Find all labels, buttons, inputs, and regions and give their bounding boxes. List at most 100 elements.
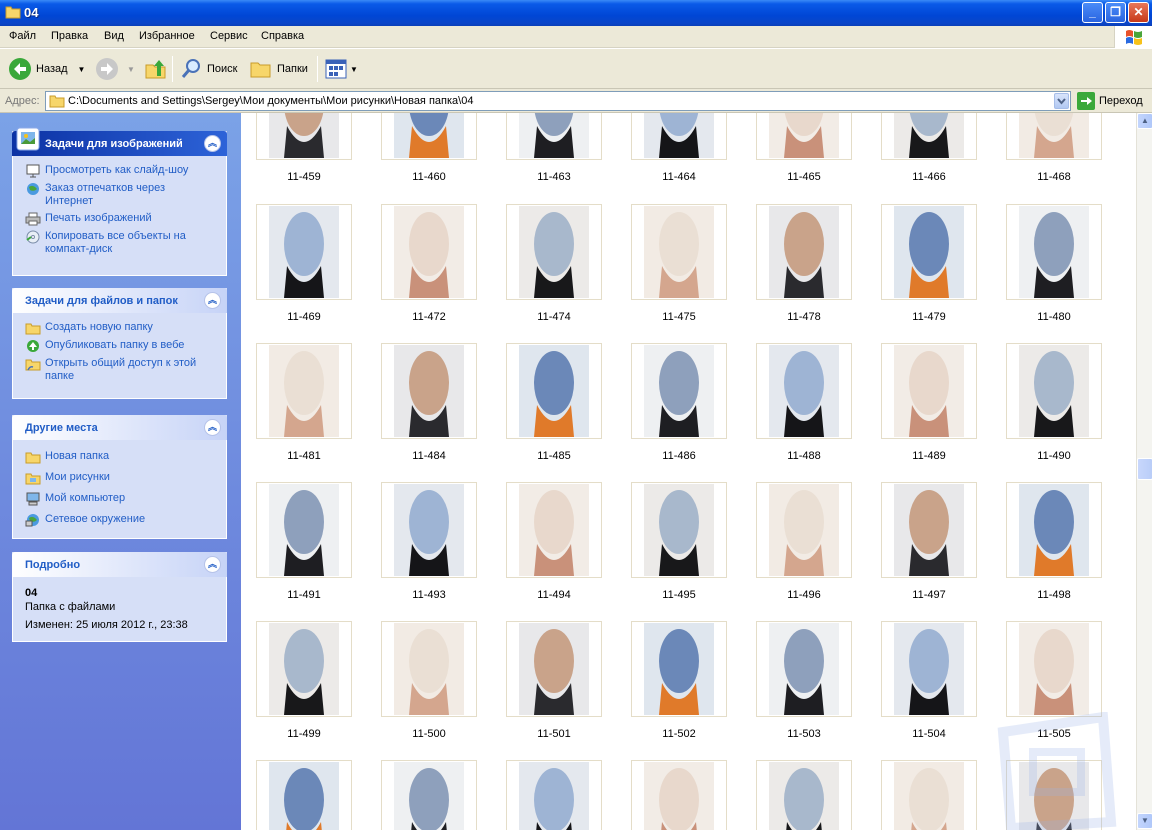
thumbnail-image[interactable] (381, 621, 477, 717)
thumbnail-image[interactable] (506, 204, 602, 300)
copy-to-cd-link[interactable]: Копировать все объекты на компакт-диск (25, 230, 216, 256)
thumbnail-label[interactable]: 11-497 (881, 589, 977, 601)
menu-favorites[interactable]: Избранное (139, 30, 195, 42)
collapse-icon[interactable]: ︽ (204, 556, 221, 573)
vertical-scrollbar[interactable]: ▲ ▼ (1136, 113, 1152, 830)
close-button[interactable]: ✕ (1128, 2, 1149, 23)
thumbnail-image[interactable] (631, 204, 727, 300)
thumbnail-image[interactable] (256, 343, 352, 439)
order-prints-link[interactable]: Заказ отпечатков через Интернет (25, 182, 216, 208)
thumbnail-label[interactable]: 11-472 (381, 311, 477, 323)
thumbnail-image[interactable] (381, 343, 477, 439)
print-images-link[interactable]: Печать изображений (25, 212, 216, 226)
share-folder-link[interactable]: Открыть общий доступ к этой папке (25, 357, 216, 383)
forward-button[interactable]: ▼ (95, 55, 135, 83)
thumbnail-image[interactable] (1006, 621, 1102, 717)
thumbnail-label[interactable]: 11-502 (631, 728, 727, 740)
thumbnail-image[interactable] (506, 343, 602, 439)
thumbnail-label[interactable]: 11-490 (1006, 450, 1102, 462)
thumbnail-image[interactable] (756, 482, 852, 578)
thumbnail-label[interactable]: 11-475 (631, 311, 727, 323)
thumbnail-image[interactable] (381, 113, 477, 160)
thumbnail-image[interactable] (756, 621, 852, 717)
chevron-down-icon[interactable]: ▼ (78, 65, 86, 74)
thumbnail-label[interactable]: 11-493 (381, 589, 477, 601)
back-button[interactable]: Назад ▼ (8, 55, 85, 83)
place-my-pictures[interactable]: Мои рисунки (25, 471, 216, 485)
place-new-folder[interactable]: Новая папка (25, 450, 216, 464)
thumbnail-label[interactable]: 11-465 (756, 171, 852, 183)
thumbnail-image[interactable] (256, 113, 352, 160)
thumbnail-label[interactable]: 11-499 (256, 728, 352, 740)
thumbnail-label[interactable]: 11-484 (381, 450, 477, 462)
thumbnail-image[interactable] (506, 482, 602, 578)
details-header[interactable]: Подробно ︽ (12, 552, 227, 577)
thumbnail-image[interactable] (256, 760, 352, 830)
thumbnail-label[interactable]: 11-468 (1006, 171, 1102, 183)
thumbnail-image[interactable] (881, 343, 977, 439)
collapse-icon[interactable]: ︽ (204, 419, 221, 436)
views-button[interactable]: ▼ (324, 55, 358, 83)
thumbnail-image[interactable] (1006, 482, 1102, 578)
image-tasks-header[interactable]: Задачи для изображений ︽ (12, 127, 227, 156)
thumbnail-label[interactable]: 11-494 (506, 589, 602, 601)
menu-help[interactable]: Справка (261, 30, 304, 42)
thumbnail-image[interactable] (506, 621, 602, 717)
thumbnail-label[interactable]: 11-459 (256, 171, 352, 183)
chevron-down-icon[interactable]: ▼ (127, 65, 135, 74)
thumbnail-label[interactable]: 11-503 (756, 728, 852, 740)
thumbnail-label[interactable]: 11-479 (881, 311, 977, 323)
thumbnail-image[interactable] (881, 482, 977, 578)
up-folder-button[interactable] (144, 55, 168, 83)
folders-button[interactable]: Папки (249, 55, 308, 83)
thumbnail-image[interactable] (756, 760, 852, 830)
thumbnail-label[interactable]: 11-463 (506, 171, 602, 183)
menu-file[interactable]: Файл (9, 30, 36, 42)
thumbnail-image[interactable] (506, 760, 602, 830)
file-tasks-header[interactable]: Задачи для файлов и папок ︽ (12, 288, 227, 313)
menu-tools[interactable]: Сервис (210, 30, 248, 42)
thumbnail-label[interactable]: 11-469 (256, 311, 352, 323)
thumbnail-label[interactable]: 11-501 (506, 728, 602, 740)
menu-view[interactable]: Вид (104, 30, 124, 42)
collapse-icon[interactable]: ︽ (204, 292, 221, 309)
slideshow-link[interactable]: Просмотреть как слайд-шоу (25, 164, 216, 178)
thumbnail-image[interactable] (1006, 343, 1102, 439)
thumbnail-label[interactable]: 11-460 (381, 171, 477, 183)
thumbnail-image[interactable] (631, 343, 727, 439)
thumbnail-image[interactable] (1006, 113, 1102, 160)
thumbnail-image[interactable] (756, 204, 852, 300)
thumbnail-image[interactable] (381, 482, 477, 578)
thumbnail-image[interactable] (381, 204, 477, 300)
thumbnail-label[interactable]: 11-489 (881, 450, 977, 462)
thumbnail-image[interactable] (881, 621, 977, 717)
thumbnail-label[interactable]: 11-464 (631, 171, 727, 183)
chevron-down-icon[interactable]: ▼ (350, 65, 358, 74)
thumbnail-image[interactable] (631, 760, 727, 830)
other-places-header[interactable]: Другие места ︽ (12, 415, 227, 440)
thumbnail-image[interactable] (631, 113, 727, 160)
thumbnail-label[interactable]: 11-474 (506, 311, 602, 323)
place-my-computer[interactable]: Мой компьютер (25, 492, 216, 506)
thumbnail-image[interactable] (381, 760, 477, 830)
thumbnail-label[interactable]: 11-496 (756, 589, 852, 601)
thumbnail-image[interactable] (756, 343, 852, 439)
search-button[interactable]: Поиск (179, 55, 237, 83)
thumbnail-label[interactable]: 11-488 (756, 450, 852, 462)
place-network[interactable]: Сетевое окружение (25, 513, 216, 527)
go-button[interactable]: Переход (1076, 92, 1143, 110)
thumbnail-label[interactable]: 11-478 (756, 311, 852, 323)
thumbnail-label[interactable]: 11-495 (631, 589, 727, 601)
scroll-up-button[interactable]: ▲ (1137, 113, 1152, 129)
thumbnail-label[interactable]: 11-504 (881, 728, 977, 740)
thumbnail-label[interactable]: 11-500 (381, 728, 477, 740)
scroll-down-button[interactable]: ▼ (1137, 813, 1152, 829)
thumbnail-image[interactable] (881, 113, 977, 160)
thumbnail-label[interactable]: 11-491 (256, 589, 352, 601)
menu-edit[interactable]: Правка (51, 30, 88, 42)
thumbnail-image[interactable] (631, 482, 727, 578)
thumbnail-image[interactable] (756, 113, 852, 160)
thumbnail-image[interactable] (1006, 204, 1102, 300)
address-dropdown-button[interactable] (1054, 93, 1069, 109)
thumbnail-label[interactable]: 11-498 (1006, 589, 1102, 601)
